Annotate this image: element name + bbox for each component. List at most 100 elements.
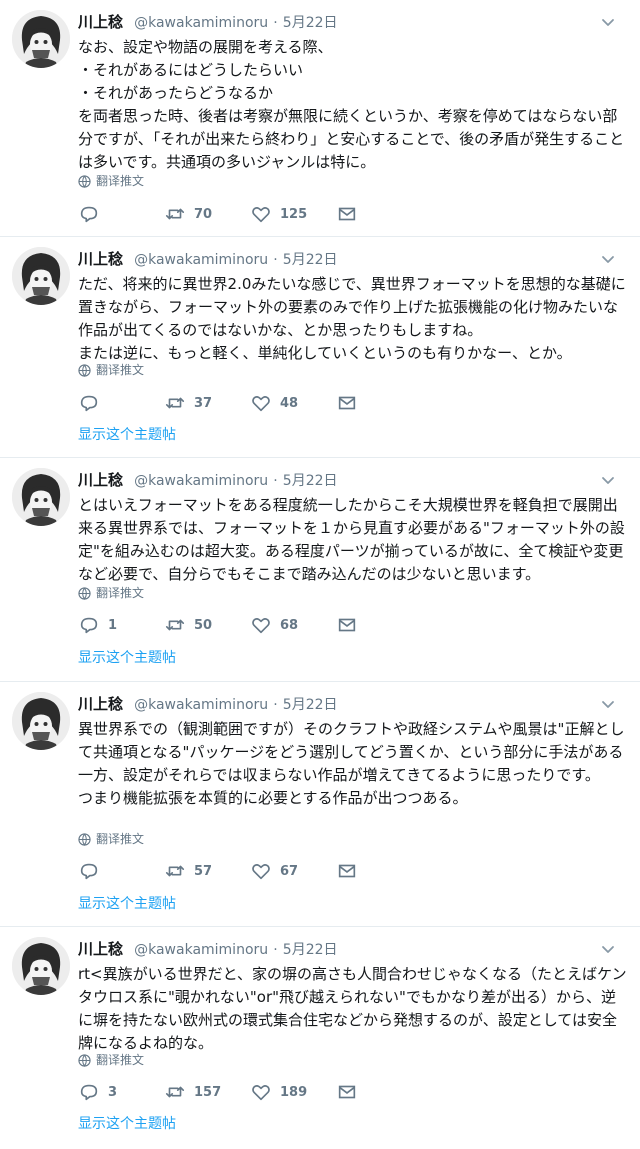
- author-handle[interactable]: @kawakamiminoru: [134, 942, 268, 958]
- tweet-text: 異世界系での（観測範囲ですが）そのクラフトや政経システムや風景は"正解として共通…: [78, 720, 625, 807]
- like-button[interactable]: 125: [250, 203, 336, 225]
- retweet-button[interactable]: 70: [164, 203, 250, 225]
- tweet[interactable]: 川上稔 @kawakamiminoru · 5月22日 異世界系での（観測範囲で…: [0, 682, 640, 927]
- author-handle[interactable]: @kawakamiminoru: [134, 473, 268, 489]
- retweet-button[interactable]: 50: [164, 614, 250, 636]
- retweet-count: 50: [194, 617, 213, 633]
- tweet-text: rt<異族がいる世界だと、家の塀の高さも人間合わせじゃなくなる（たとえばケンタウ…: [78, 965, 627, 1052]
- chevron-down-icon[interactable]: [598, 470, 618, 490]
- like-button[interactable]: 68: [250, 614, 336, 636]
- author-name[interactable]: 川上稔: [78, 940, 123, 958]
- chevron-down-icon[interactable]: [598, 939, 618, 959]
- chevron-down-icon[interactable]: [598, 249, 618, 269]
- reply-icon: [80, 395, 98, 412]
- globe-icon: [78, 363, 91, 377]
- reply-count: 1: [108, 617, 118, 633]
- like-button[interactable]: 189: [250, 1081, 336, 1103]
- translate-link[interactable]: 翻译推文: [78, 172, 144, 190]
- retweet-button[interactable]: 37: [164, 392, 250, 414]
- tweet-date[interactable]: 5月22日: [283, 473, 338, 489]
- reply-button[interactable]: [78, 860, 164, 882]
- translate-label: 翻译推文: [96, 586, 145, 600]
- author-name[interactable]: 川上稔: [78, 250, 123, 268]
- avatar-image: [12, 937, 70, 995]
- envelope-icon: [338, 207, 356, 221]
- like-button[interactable]: 67: [250, 860, 336, 882]
- author-handle[interactable]: @kawakamiminoru: [134, 15, 268, 31]
- avatar[interactable]: [12, 10, 70, 68]
- avatar-image: [12, 468, 70, 526]
- separator-dot: ·: [273, 15, 278, 31]
- reply-button[interactable]: 3: [78, 1081, 164, 1103]
- author-name[interactable]: 川上稔: [78, 471, 123, 489]
- retweet-button[interactable]: 157: [164, 1081, 250, 1103]
- like-count: 68: [280, 617, 299, 633]
- heart-icon: [252, 1085, 270, 1101]
- retweet-count: 157: [194, 1084, 222, 1100]
- tweet-actions: 57 67: [78, 858, 422, 884]
- like-count: 125: [280, 206, 308, 222]
- avatar-image: [12, 10, 70, 68]
- tweet-date[interactable]: 5月22日: [283, 252, 338, 268]
- envelope-icon: [338, 396, 356, 410]
- author-handle[interactable]: @kawakamiminoru: [134, 697, 268, 713]
- envelope-icon: [338, 864, 356, 878]
- tweet-actions: 3 157 189: [78, 1079, 422, 1105]
- translate-label: 翻译推文: [96, 363, 145, 377]
- translate-link[interactable]: 翻译推文: [78, 584, 144, 602]
- reply-icon: [80, 206, 98, 223]
- message-button[interactable]: [336, 392, 422, 414]
- avatar[interactable]: [12, 937, 70, 995]
- retweet-icon: [165, 208, 185, 220]
- message-button[interactable]: [336, 614, 422, 636]
- tweet-actions: 70 125: [78, 201, 422, 227]
- show-thread-link[interactable]: 显示这个主题帖: [78, 894, 176, 914]
- reply-button[interactable]: 1: [78, 614, 164, 636]
- retweet-button[interactable]: 57: [164, 860, 250, 882]
- separator-dot: ·: [273, 942, 278, 958]
- tweet[interactable]: 川上稔 @kawakamiminoru · 5月22日 とはいえフォーマットをあ…: [0, 458, 640, 682]
- tweet-text: ただ、将来的に異世界2.0みたいな感じで、異世界フォーマットを思想的な基礎に置き…: [78, 275, 626, 362]
- reply-icon: [80, 617, 98, 634]
- globe-icon: [78, 174, 91, 188]
- author-name[interactable]: 川上稔: [78, 13, 123, 31]
- translate-label: 翻译推文: [96, 1053, 145, 1067]
- heart-icon: [252, 864, 270, 880]
- like-count: 189: [280, 1084, 308, 1100]
- like-button[interactable]: 48: [250, 392, 336, 414]
- reply-button[interactable]: [78, 392, 164, 414]
- translate-link[interactable]: 翻译推文: [78, 361, 144, 379]
- separator-dot: ·: [273, 697, 278, 713]
- message-button[interactable]: [336, 1081, 422, 1103]
- retweet-count: 37: [194, 395, 213, 411]
- message-button[interactable]: [336, 203, 422, 225]
- tweet-date[interactable]: 5月22日: [283, 15, 338, 31]
- translate-link[interactable]: 翻译推文: [78, 1051, 144, 1069]
- avatar[interactable]: [12, 468, 70, 526]
- reply-icon: [80, 1084, 98, 1101]
- heart-icon: [252, 618, 270, 634]
- translate-link[interactable]: 翻译推文: [78, 830, 144, 848]
- tweet[interactable]: 川上稔 @kawakamiminoru · 5月22日 ただ、将来的に異世界2.…: [0, 237, 640, 458]
- show-thread-link[interactable]: 显示这个主题帖: [78, 648, 176, 668]
- show-thread-link[interactable]: 显示这个主题帖: [78, 1114, 176, 1134]
- separator-dot: ·: [273, 473, 278, 489]
- retweet-count: 57: [194, 863, 213, 879]
- tweet-text: とはいえフォーマットをある程度統一したからこそ大規模世界を軽負担で展開出来る異世…: [78, 496, 625, 583]
- avatar[interactable]: [12, 247, 70, 305]
- chevron-down-icon[interactable]: [598, 12, 618, 32]
- author-handle[interactable]: @kawakamiminoru: [134, 252, 268, 268]
- retweet-icon: [165, 1086, 185, 1098]
- avatar[interactable]: [12, 692, 70, 750]
- author-name[interactable]: 川上稔: [78, 695, 123, 713]
- tweet[interactable]: 川上稔 @kawakamiminoru · 5月22日 なお、設定や物語の展開を…: [0, 0, 640, 237]
- tweet-date[interactable]: 5月22日: [283, 697, 338, 713]
- tweet[interactable]: 川上稔 @kawakamiminoru · 5月22日 rt<異族がいる世界だと…: [0, 927, 640, 1149]
- chevron-down-icon[interactable]: [598, 694, 618, 714]
- show-thread-link[interactable]: 显示这个主题帖: [78, 425, 176, 445]
- tweet-date[interactable]: 5月22日: [283, 942, 338, 958]
- globe-icon: [78, 832, 91, 846]
- reply-button[interactable]: [78, 203, 164, 225]
- reply-icon: [80, 863, 98, 880]
- message-button[interactable]: [336, 860, 422, 882]
